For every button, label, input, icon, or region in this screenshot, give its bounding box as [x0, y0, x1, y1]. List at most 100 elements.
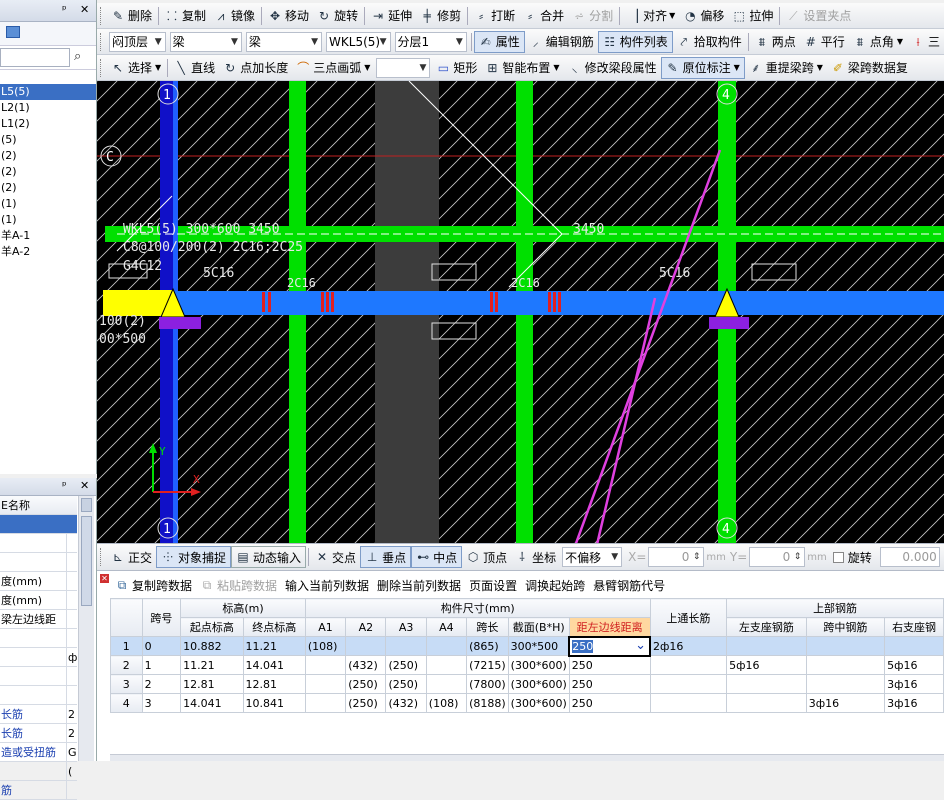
property-value[interactable] [66, 686, 76, 705]
cell-mid[interactable] [805, 655, 886, 675]
close-icon[interactable]: ✕ [80, 3, 89, 16]
row-number[interactable]: 3 [110, 674, 143, 694]
cell-a2[interactable]: (250) [345, 674, 387, 694]
cell-toplong[interactable] [649, 693, 728, 713]
table-row[interactable]: 2 1 11.21 14.041 (432) (250) (7215) (300*600) 25… [110, 655, 944, 675]
cell-a3[interactable] [385, 636, 427, 656]
cell-a1[interactable] [304, 693, 347, 713]
property-value[interactable] [66, 591, 76, 610]
layer-select[interactable]: 分层1 ▼ [394, 31, 467, 52]
tree-item[interactable]: (1) [0, 196, 96, 212]
cell-right[interactable]: 3ф16 [884, 693, 944, 713]
top-rebar-annotation-2[interactable]: 5C16 [659, 266, 690, 281]
tree-item[interactable]: (2) [0, 148, 96, 164]
property-row[interactable] [0, 553, 77, 572]
y-coordinate-input[interactable]: 0 ⇕ [749, 547, 806, 567]
drawing-svg[interactable]: 1 4 C 1 4 WKL5(5) 300*600 3450 C8@100/20… [97, 81, 944, 543]
vertex-snap[interactable]: ⬡ 顶点 [462, 546, 511, 568]
rebar-annotation-b[interactable]: 2C16 [511, 276, 540, 290]
cell-a2[interactable]: (432) [345, 655, 387, 675]
component-select[interactable]: WKL5(5) ▼ [326, 31, 391, 52]
mirror-button[interactable]: ⩘ 镜像 [210, 5, 259, 27]
edit-rebar-button[interactable]: ⸝ 编辑钢筋 [525, 31, 598, 53]
object-snap-toggle[interactable]: ⸭ 对象捕捉 [156, 546, 232, 568]
toolbar-grip[interactable] [100, 58, 103, 77]
property-row-selected[interactable] [0, 515, 77, 534]
coordinate-snap[interactable]: ⸸ 坐标 [511, 546, 560, 568]
ortho-toggle[interactable]: ⊾ 正交 [107, 546, 156, 568]
set-grip-button[interactable]: ⟋ 设置夹点 [782, 5, 855, 27]
toolbar-grip[interactable] [100, 6, 103, 25]
copy-button[interactable]: ⸬ 复制 [161, 5, 210, 27]
dynamic-input-toggle[interactable]: ▤ 动态输入 [231, 546, 307, 568]
stretch-button[interactable]: ⬚ 拉伸 [728, 5, 777, 27]
point-angle-button[interactable]: ⩩ 点角 ▼ [849, 31, 907, 53]
rotate-button[interactable]: ↻ 旋转 [313, 5, 362, 27]
pin-icon[interactable]: ᵖ [62, 479, 67, 492]
intersect-snap[interactable]: ✕ 交点 [311, 546, 360, 568]
cell-a2[interactable] [345, 636, 387, 656]
property-value[interactable]: 2 [66, 724, 76, 743]
new-component-icon[interactable] [6, 26, 20, 38]
table-row[interactable]: 4 3 14.041 10.841 (250) (432) (108) (8188) (300*… [110, 693, 944, 713]
cell-edge[interactable]: 250 [568, 693, 651, 713]
cell-len[interactable]: (8188) [466, 693, 509, 713]
point-length-button[interactable]: ↻ 点加长度 [219, 57, 292, 79]
beam-selected-segment[interactable] [103, 290, 173, 316]
cell-right[interactable] [884, 636, 944, 656]
cell-a1[interactable] [304, 674, 347, 694]
property-scrollbar[interactable] [78, 496, 94, 761]
property-value[interactable] [66, 534, 76, 553]
table-row[interactable]: 1 0 10.882 11.21 (108) (865) 300*500 250 ⌄ 2ф16 [110, 635, 944, 657]
property-button[interactable]: ✍ 属性 [473, 30, 525, 53]
property-value[interactable]: 2 [66, 705, 76, 724]
input-column-button[interactable]: 输入当前列数据 [281, 574, 373, 596]
perpendicular-snap[interactable]: ⊥ 垂点 [360, 546, 412, 568]
offset-button[interactable]: ◔ 偏移 [679, 5, 728, 27]
table-horizontal-scrollbar[interactable] [110, 754, 944, 761]
cell-end[interactable]: 10.841 [242, 693, 306, 713]
cell-sec[interactable]: (300*600) [507, 674, 570, 694]
cell-left[interactable] [726, 636, 807, 656]
cell-a3[interactable]: (250) [385, 674, 427, 694]
property-value[interactable] [66, 781, 76, 800]
reextract-span-button[interactable]: ⸙ 重提梁跨 ▼ [745, 57, 827, 79]
cell-toplong[interactable]: 2ф16 [649, 636, 728, 656]
beam-annotation[interactable]: WKL5(5) 300*600 3450 [123, 222, 280, 237]
trim-button[interactable]: ╪ 修剪 [416, 5, 465, 27]
chevron-down-icon[interactable]: ⌄ [635, 638, 646, 653]
delete-button[interactable]: ✎ 删除 [107, 5, 156, 27]
row-number[interactable]: 2 [110, 655, 143, 675]
line-button[interactable]: ╲ 直线 [170, 57, 219, 79]
cell-a2[interactable]: (250) [345, 693, 387, 713]
copy-span-data-button[interactable]: ⧉ 复制跨数据 [111, 574, 196, 596]
property-row[interactable] [0, 629, 77, 648]
span-data-copy-button[interactable]: ✐ 梁跨数据复 [827, 57, 912, 79]
cell-len[interactable]: (7215) [466, 655, 509, 675]
rebar-annotation-a[interactable]: 2C16 [287, 276, 316, 290]
merge-button[interactable]: ⸗ 合并 [519, 5, 568, 27]
torsion-annotation[interactable]: G4C12 [123, 259, 162, 274]
cell-end[interactable]: 11.21 [242, 636, 306, 656]
swap-start-span-button[interactable]: 调换起始跨 [521, 574, 589, 596]
property-row[interactable] [0, 667, 77, 686]
cell-sec[interactable]: (300*600) [507, 693, 570, 713]
edge-distance-editor[interactable]: 250 ⌄ [568, 635, 652, 657]
cell-a4[interactable] [425, 655, 468, 675]
left-annotation-2[interactable]: 00*500 [99, 332, 146, 347]
rotate-checkbox[interactable] [832, 551, 844, 563]
search-input[interactable] [0, 48, 70, 67]
cell-left[interactable] [726, 693, 807, 713]
cell-right[interactable]: 3ф16 [884, 674, 944, 694]
property-row[interactable] [0, 686, 77, 705]
cell-start[interactable]: 11.21 [180, 655, 244, 675]
property-value[interactable]: ф [66, 648, 77, 667]
cell-start[interactable]: 12.81 [180, 674, 244, 694]
cell-edge[interactable]: 250 [568, 674, 651, 694]
paste-span-data-button[interactable]: ⧉ 粘贴跨数据 [196, 574, 281, 596]
toolbar-grip[interactable] [100, 548, 103, 566]
property-value[interactable] [66, 572, 76, 591]
align-button[interactable]: ▕ 对齐 ▼ [622, 5, 679, 27]
tree-item[interactable]: (2) [0, 164, 96, 180]
property-value[interactable] [66, 629, 76, 648]
